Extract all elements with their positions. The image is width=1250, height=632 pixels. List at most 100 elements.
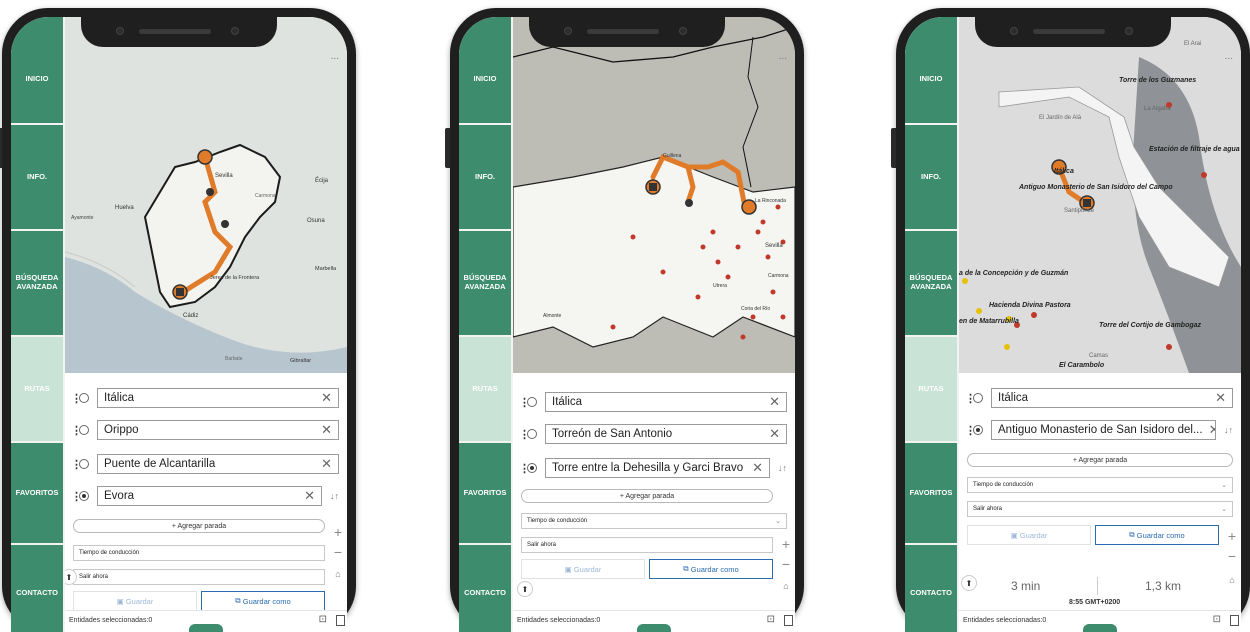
zoom-out-button[interactable]: − <box>331 545 345 559</box>
clear-icon[interactable]: ✕ <box>1215 390 1226 406</box>
stop-radio[interactable] <box>79 491 89 501</box>
more-options-icon[interactable]: ... <box>331 51 339 62</box>
drag-handle-icon[interactable]: ⋮ <box>71 424 82 437</box>
drag-handle-icon[interactable]: ⋮ <box>519 462 530 475</box>
save-as-button[interactable]: ⧉ Guardar como <box>201 591 325 611</box>
clear-icon[interactable]: ✕ <box>769 394 780 410</box>
nav-inicio[interactable]: INICIO <box>905 17 957 123</box>
nav-rutas[interactable]: RUTAS <box>459 337 511 441</box>
map-view[interactable]: Sevilla La Rinconada Guillena Utrera Alm… <box>513 17 795 373</box>
nav-favoritos[interactable]: FAVORITOS <box>459 443 511 543</box>
stop-input[interactable]: Puente de Alcantarilla ✕ <box>97 454 339 474</box>
nav-rutas[interactable]: RUTAS <box>905 337 957 441</box>
drag-handle-icon[interactable]: ⋮ <box>965 392 976 405</box>
stop-input[interactable]: Antiguo Monasterio de San Isidoro del...… <box>991 420 1216 440</box>
stop-input[interactable]: Torreón de San Antonio ✕ <box>545 424 787 444</box>
stop-radio[interactable] <box>79 425 89 435</box>
stop-input[interactable]: Torre entre la Dehesilla y Garci Bravo ✕ <box>545 458 770 478</box>
stop-radio[interactable] <box>973 425 983 435</box>
nav-favoritos[interactable]: FAVORITOS <box>11 443 63 543</box>
route-stop-marker[interactable] <box>197 149 213 165</box>
route-stop-marker[interactable] <box>741 199 757 215</box>
save-button[interactable]: ▣ Guardar <box>967 525 1091 545</box>
route-stop-marker[interactable] <box>685 199 693 207</box>
zoom-out-button[interactable]: − <box>779 557 793 571</box>
nav-busqueda-avanzada[interactable]: BÚSQUEDA AVANZADA <box>459 231 511 335</box>
clear-icon[interactable]: ✕ <box>1209 422 1215 438</box>
drag-handle-icon[interactable]: ⋮ <box>965 424 976 437</box>
depart-time-select[interactable]: Salir ahora <box>521 537 773 553</box>
stop-input[interactable]: Itálica ✕ <box>97 388 339 408</box>
clear-icon[interactable]: ✕ <box>321 390 332 406</box>
route-map[interactable]: Torre de los Guzmanes Estación de filtra… <box>959 17 1241 373</box>
route-map[interactable]: Sevilla La Rinconada Guillena Utrera Alm… <box>513 17 795 373</box>
nav-info[interactable]: INFO. <box>905 125 957 229</box>
stop-radio[interactable] <box>973 393 983 403</box>
route-map[interactable]: Sevilla Huelva Jerez de la Frontera Cádi… <box>65 17 347 373</box>
select-tool-icon[interactable]: ⊡ <box>319 614 327 625</box>
nav-busqueda-avanzada[interactable]: BÚSQUEDA AVANZADA <box>905 231 957 335</box>
map-view[interactable]: Torre de los Guzmanes Estación de filtra… <box>959 17 1241 373</box>
travel-mode-select[interactable]: Tiempo de conducción <box>73 545 325 561</box>
save-as-button[interactable]: ⧉ Guardar como <box>1095 525 1219 545</box>
home-icon[interactable]: ⌂ <box>331 569 345 583</box>
swap-icon[interactable]: ↓↑ <box>330 491 339 501</box>
save-button[interactable]: ▣ Guardar <box>521 559 645 579</box>
zoom-in-button[interactable]: + <box>331 525 345 539</box>
depart-time-select[interactable]: Salir ahora <box>73 569 325 585</box>
map-view[interactable]: Sevilla Huelva Jerez de la Frontera Cádi… <box>65 17 347 373</box>
more-options-icon[interactable]: ... <box>779 51 787 62</box>
save-as-button[interactable]: ⧉ Guardar como <box>649 559 773 579</box>
drag-handle-icon[interactable]: ⋮ <box>519 396 530 409</box>
table-icon[interactable] <box>336 615 345 626</box>
stop-input[interactable]: Orippo ✕ <box>97 420 339 440</box>
zoom-out-button[interactable]: − <box>1225 549 1239 563</box>
add-stop-button[interactable]: + Agregar parada <box>73 519 325 533</box>
swap-icon[interactable]: ↓↑ <box>1224 425 1233 435</box>
route-stop-marker[interactable] <box>206 188 214 196</box>
nav-rutas[interactable]: RUTAS <box>11 337 63 441</box>
panel-toggle-tab[interactable] <box>1083 624 1117 632</box>
nav-contacto[interactable]: CONTACTO <box>905 545 957 632</box>
route-stop-marker[interactable] <box>221 220 229 228</box>
nav-busqueda-avanzada[interactable]: BÚSQUEDA AVANZADA <box>11 231 63 335</box>
nav-inicio[interactable]: INICIO <box>11 17 63 123</box>
stop-radio[interactable] <box>79 459 89 469</box>
nav-inicio[interactable]: INICIO <box>459 17 511 123</box>
table-icon[interactable] <box>784 615 793 626</box>
zoom-in-button[interactable]: + <box>779 537 793 551</box>
add-stop-button[interactable]: + Agregar parada <box>521 489 773 503</box>
add-stop-button[interactable]: + Agregar parada <box>967 453 1233 467</box>
compass-icon[interactable]: ⬆ <box>961 575 977 591</box>
compass-icon[interactable]: ⬆ <box>517 581 533 597</box>
clear-icon[interactable]: ✕ <box>321 456 332 472</box>
stop-radio[interactable] <box>527 397 537 407</box>
panel-toggle-tab[interactable] <box>637 624 671 632</box>
clear-icon[interactable]: ✕ <box>321 422 332 438</box>
clear-icon[interactable]: ✕ <box>752 460 763 476</box>
drag-handle-icon[interactable]: ⋮ <box>71 458 82 471</box>
drag-handle-icon[interactable]: ⋮ <box>71 392 82 405</box>
drag-handle-icon[interactable]: ⋮ <box>71 490 82 503</box>
swap-icon[interactable]: ↓↑ <box>778 463 787 473</box>
nav-info[interactable]: INFO. <box>11 125 63 229</box>
depart-time-select[interactable]: Salir ahora ⌄ <box>967 501 1233 517</box>
nav-contacto[interactable]: CONTACTO <box>11 545 63 632</box>
clear-icon[interactable]: ✕ <box>769 426 780 442</box>
nav-info[interactable]: INFO. <box>459 125 511 229</box>
stop-radio[interactable] <box>527 429 537 439</box>
home-icon[interactable]: ⌂ <box>779 581 793 595</box>
nav-contacto[interactable]: CONTACTO <box>459 545 511 632</box>
travel-mode-select[interactable]: Tiempo de conducción ⌄ <box>967 477 1233 493</box>
zoom-in-button[interactable]: + <box>1225 529 1239 543</box>
table-icon[interactable] <box>1230 615 1239 626</box>
stop-input[interactable]: Evora ✕ <box>97 486 322 506</box>
home-icon[interactable]: ⌂ <box>1225 575 1239 589</box>
panel-toggle-tab[interactable] <box>189 624 223 632</box>
stop-radio[interactable] <box>527 463 537 473</box>
select-tool-icon[interactable]: ⊡ <box>1213 614 1221 625</box>
travel-mode-select[interactable]: Tiempo de conducción ⌄ <box>521 513 787 529</box>
stop-input[interactable]: Itálica ✕ <box>545 392 787 412</box>
stop-radio[interactable] <box>79 393 89 403</box>
drag-handle-icon[interactable]: ⋮ <box>519 428 530 441</box>
